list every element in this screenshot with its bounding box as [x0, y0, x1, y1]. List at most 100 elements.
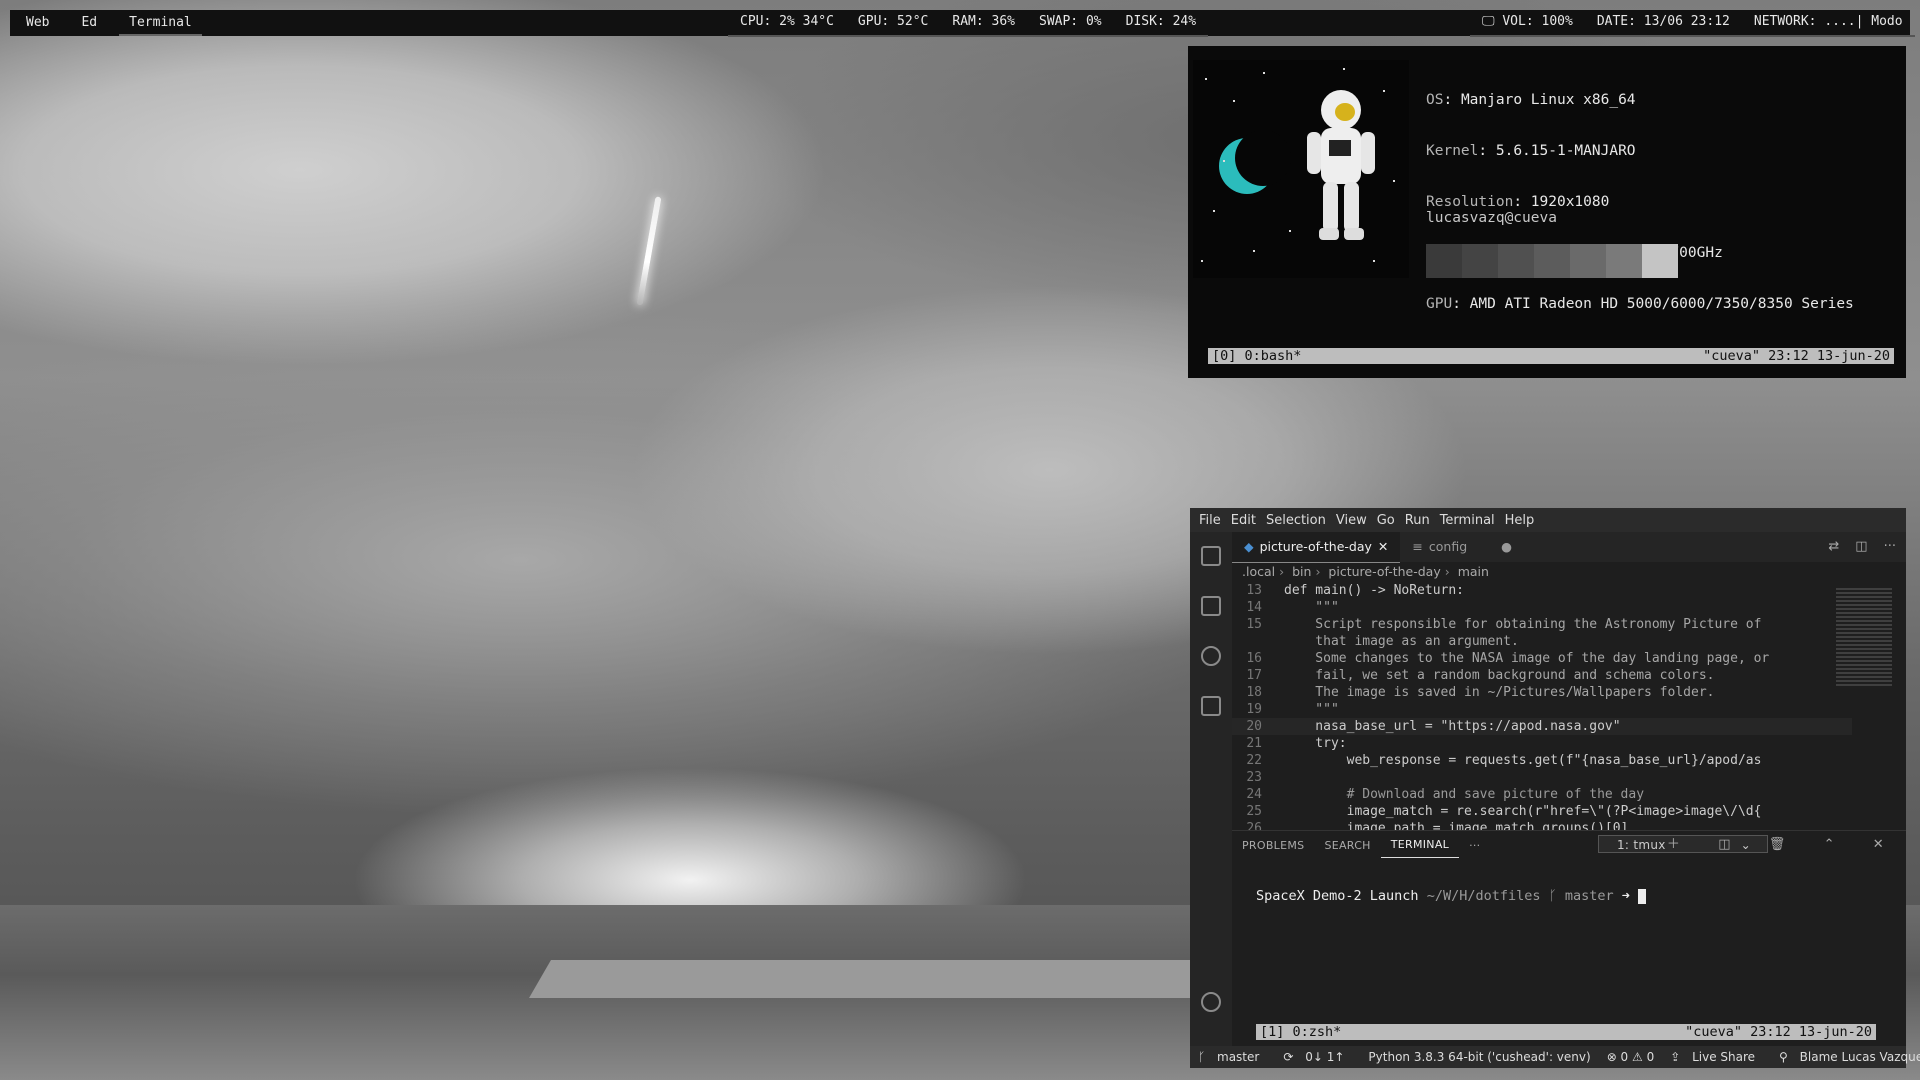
python-file-icon: ◆ — [1244, 538, 1254, 554]
code-line[interactable]: 19 """ — [1232, 701, 1852, 718]
git-blame-status[interactable]: ⚲ Blame Lucas Vazquez ( 6 days ago — [1771, 1050, 1920, 1064]
code-line[interactable]: 25 image_match = re.search(r"href=\"(?P<… — [1232, 803, 1852, 820]
close-panel-icon[interactable]: ✕ — [1863, 831, 1894, 859]
code-line[interactable]: 16 Some changes to the NASA image of the… — [1232, 650, 1852, 667]
crumb-bin[interactable]: bin — [1292, 564, 1311, 579]
editor-actions: ⇄ ◫ ··· — [1828, 532, 1896, 562]
prompt-path: ~/W/H/dotfiles — [1426, 888, 1541, 904]
code-line[interactable]: 22 web_response = requests.get(f"{nasa_b… — [1232, 752, 1852, 769]
problems-status[interactable]: ⊗ 0 ⚠ 0 — [1599, 1050, 1663, 1064]
branch-status[interactable]: ᚴ master — [1190, 1050, 1275, 1064]
volume-stat[interactable]: 🖵 VOL: 100% — [1470, 9, 1585, 37]
tab-picture-of-the-day[interactable]: ◆ picture-of-the-day ✕ — [1232, 531, 1401, 563]
tab-problems[interactable]: PROBLEMS — [1232, 839, 1314, 852]
line-text: try: — [1284, 736, 1347, 751]
line-text: def main() -> NoReturn: — [1284, 583, 1465, 598]
line-text: """ — [1284, 702, 1339, 717]
sync-status[interactable]: ⟳ 0↓ 1↑ — [1275, 1050, 1360, 1064]
trash-icon[interactable]: 🗑 — [1759, 831, 1796, 859]
crumb-file[interactable]: picture-of-the-day — [1328, 564, 1440, 579]
moon-icon — [1219, 130, 1291, 194]
info-gpu: GPU: AMD ATI Radeon HD 5000/6000/7350/83… — [1426, 296, 1854, 312]
code-line[interactable]: 21 try: — [1232, 735, 1852, 752]
line-number: 21 — [1246, 736, 1262, 751]
code-line[interactable]: 14 """ — [1232, 599, 1852, 616]
line-text: Script responsible for obtaining the Ast… — [1284, 617, 1762, 632]
tmux-window[interactable]: [1] 0:zsh* — [1260, 1024, 1341, 1040]
menu-help[interactable]: Help — [1500, 513, 1540, 528]
extensions-icon[interactable] — [1201, 596, 1221, 616]
tmux-window[interactable]: [0] 0:bash* — [1212, 348, 1301, 364]
tab-label: picture-of-the-day — [1259, 538, 1372, 554]
config-file-icon: ≡ — [1412, 539, 1423, 554]
menu-file[interactable]: File — [1194, 513, 1226, 528]
tab-terminal[interactable]: TERMINAL — [1380, 833, 1460, 858]
code-line[interactable]: 20 nasa_base_url = "https://apod.nasa.go… — [1232, 718, 1852, 735]
split-editor-icon[interactable]: ◫ — [1855, 532, 1867, 562]
menu-selection[interactable]: Selection — [1261, 513, 1331, 528]
new-terminal-icon[interactable]: ＋ — [1657, 831, 1690, 859]
line-text: # Download and save picture of the day — [1284, 787, 1645, 802]
prompt-title: SpaceX Demo-2 Launch — [1256, 888, 1419, 904]
line-number: 15 — [1246, 617, 1262, 632]
code-editor[interactable]: 13 def main() -> NoReturn: 14 """ 15 Script… — [1232, 582, 1852, 830]
panel-more-icon[interactable]: ··· — [1459, 839, 1490, 852]
line-number: 19 — [1246, 702, 1262, 717]
maximize-panel-icon[interactable]: ⌃ — [1814, 831, 1845, 859]
tab-config[interactable]: ≡ config ● — [1400, 532, 1524, 562]
notes-icon[interactable] — [1201, 696, 1221, 716]
code-line[interactable]: 18 The image is saved in ~/Pictures/Wall… — [1232, 684, 1852, 701]
code-line[interactable]: 26 image_path = image_match.groups()[0] — [1232, 820, 1852, 830]
code-line[interactable]: 13 def main() -> NoReturn: — [1232, 582, 1852, 599]
code-line[interactable]: 24 # Download and save picture of the da… — [1232, 786, 1852, 803]
line-number: 26 — [1246, 821, 1262, 830]
explorer-icon[interactable] — [1201, 546, 1221, 566]
line-number: 14 — [1246, 600, 1262, 615]
line-text: fail, we set a random background and sch… — [1284, 668, 1715, 683]
code-line[interactable]: 23 — [1232, 769, 1852, 786]
code-line[interactable]: 17 fail, we set a random background and … — [1232, 667, 1852, 684]
neofetch-terminal[interactable]: OS: Manjaro Linux x86_64 Kernel: 5.6.15-… — [1188, 46, 1906, 378]
menu-view[interactable]: View — [1331, 513, 1372, 528]
tab-label: config — [1428, 539, 1468, 554]
workspace-ed[interactable]: Ed — [65, 10, 113, 36]
line-number: 16 — [1246, 651, 1262, 666]
menu-run[interactable]: Run — [1400, 513, 1435, 528]
unsaved-dot-icon: ● — [1501, 539, 1513, 554]
info-os: OS: Manjaro Linux x86_64 — [1426, 92, 1636, 108]
live-share-status[interactable]: ⇪ Live Share — [1662, 1050, 1771, 1064]
code-line[interactable]: 15 Script responsible for obtaining the … — [1232, 616, 1852, 633]
workspace-terminal[interactable]: Terminal — [113, 10, 208, 36]
terminal-cursor — [1638, 888, 1647, 904]
bar-right-section: 🖵 VOL: 100% DATE: 13/06 23:12 NETWORK: .… — [1470, 9, 1915, 37]
swatch-1 — [1462, 244, 1498, 278]
settings-gear-icon[interactable] — [1201, 992, 1221, 1012]
terminal-prompt[interactable]: SpaceX Demo-2 Launch ~/W/H/dotfiles ᚴ ma… — [1256, 888, 1647, 904]
menu-edit[interactable]: Edit — [1226, 513, 1261, 528]
line-text: Some changes to the NASA image of the da… — [1284, 651, 1770, 666]
minimap[interactable] — [1836, 588, 1892, 686]
disk-stat: DISK: 24% — [1113, 9, 1209, 37]
line-number: 18 — [1246, 685, 1262, 700]
crumb-local[interactable]: .local — [1242, 564, 1275, 579]
split-terminal-icon[interactable]: ◫ — [1708, 831, 1741, 859]
compare-icon[interactable]: ⇄ — [1828, 532, 1839, 562]
line-number: 22 — [1246, 753, 1262, 768]
swap-stat: SWAP: 0% — [1027, 9, 1114, 37]
prompt-arrow: ➜ — [1621, 888, 1630, 904]
close-tab-icon[interactable]: ✕ — [1378, 532, 1388, 562]
workspace-web[interactable]: Web — [10, 10, 65, 36]
line-text: nasa_base_url = "https://apod.nasa.gov" — [1284, 719, 1621, 734]
menu-go[interactable]: Go — [1372, 513, 1400, 528]
gpu-stat: GPU: 52°C — [845, 9, 941, 37]
more-actions-icon[interactable]: ··· — [1884, 532, 1896, 562]
line-text: that image as an argument. — [1284, 634, 1519, 649]
menu-terminal[interactable]: Terminal — [1435, 513, 1500, 528]
tab-search[interactable]: SEARCH — [1314, 839, 1380, 852]
python-interpreter[interactable]: Python 3.8.3 64-bit ('cushead': venv) — [1360, 1050, 1598, 1064]
panel-header: PROBLEMS SEARCH TERMINAL ··· 1: tmux ⌄ ＋ … — [1232, 830, 1906, 859]
crumb-main[interactable]: main — [1458, 564, 1489, 579]
code-line[interactable]: that image as an argument. — [1232, 633, 1852, 650]
live-share-icon[interactable] — [1201, 646, 1221, 666]
cpu-stat: CPU: 2% 34°C — [728, 9, 846, 37]
